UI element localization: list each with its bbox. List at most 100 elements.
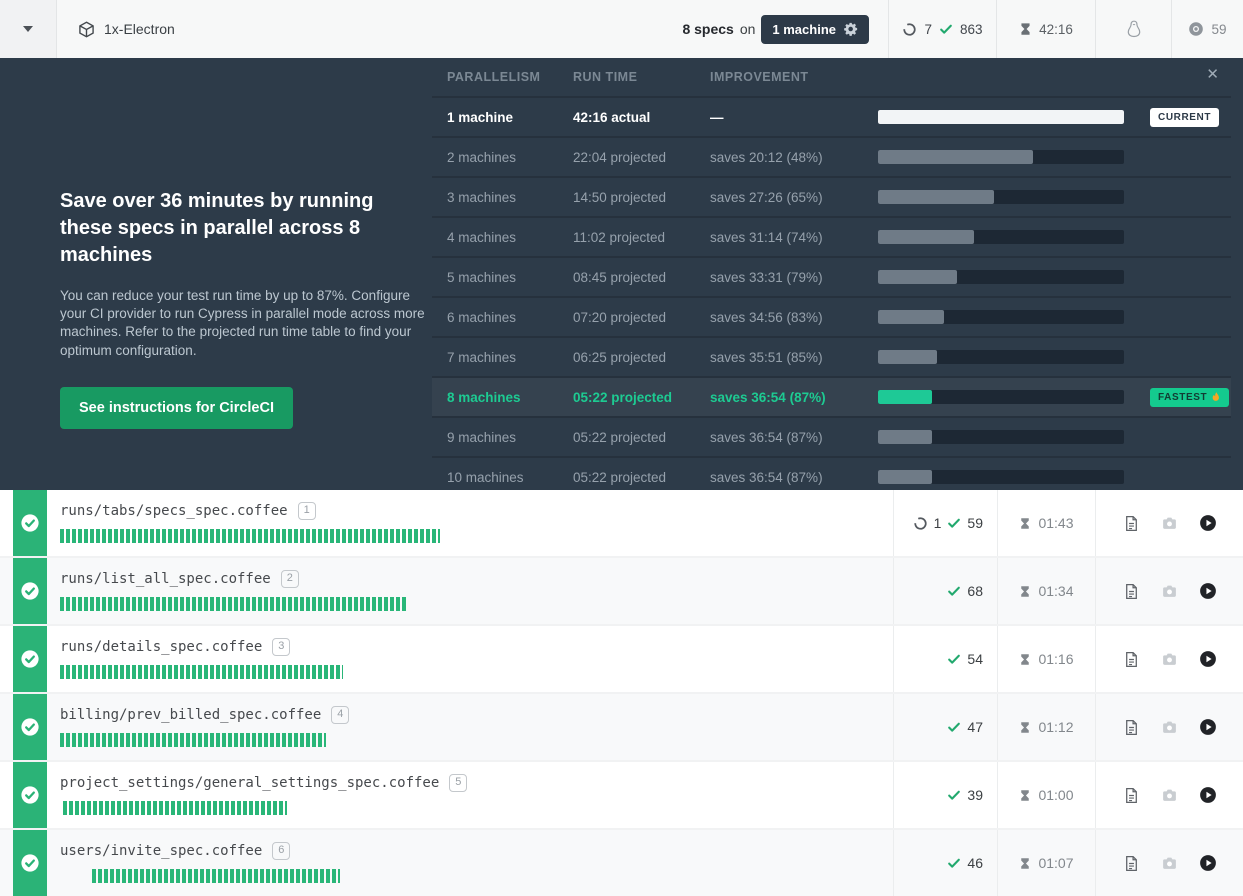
spec-timeline-bar xyxy=(60,528,440,543)
passed-count: 863 xyxy=(959,21,983,37)
machine-settings-button[interactable]: 1 machine xyxy=(761,14,869,44)
play-video-icon[interactable] xyxy=(1199,786,1217,804)
machines-row: 10 machines 05:22 projected saves 36:54 … xyxy=(432,456,1231,490)
passed-check-icon xyxy=(948,518,961,528)
test-stats: 7 863 xyxy=(888,0,996,58)
spec-status-strip xyxy=(13,830,47,896)
machines-row: 2 machines 22:04 projected saves 20:12 (… xyxy=(432,136,1231,176)
spec-row: runs/list_all_spec.coffee 2 68 01:34 xyxy=(0,558,1243,626)
run-header: 1x-Electron 8 specs on 1 machine 7 863 4… xyxy=(0,0,1243,58)
spec-filename: runs/list_all_spec.coffee xyxy=(60,570,271,587)
improvement: saves 35:51 (85%) xyxy=(710,349,823,365)
machines-count: 7 machines xyxy=(447,349,517,365)
spec-row: runs/details_spec.coffee 3 54 01:16 xyxy=(0,626,1243,694)
machines-table-header: PARALLELISM RUN TIME IMPROVEMENT xyxy=(432,58,1231,96)
machines-row: 4 machines 11:02 projected saves 31:14 (… xyxy=(432,216,1231,256)
run-time: 14:50 projected xyxy=(573,189,667,205)
spec-order-badge: 1 xyxy=(297,502,316,520)
machines-count: 3 machines xyxy=(447,189,517,205)
run-time: 11:02 projected xyxy=(573,229,666,245)
check-circle-icon xyxy=(20,853,40,873)
runtime-bar xyxy=(878,150,1124,164)
spec-stats: 39 xyxy=(893,762,997,828)
passed-count: 54 xyxy=(967,651,983,667)
runtime-bar xyxy=(878,190,1124,204)
machines-row: 7 machines 06:25 projected saves 35:51 (… xyxy=(432,336,1231,376)
screenshots-icon[interactable] xyxy=(1161,515,1178,532)
promo-heading: Save over 36 minutes by running these sp… xyxy=(60,190,374,266)
run-time: 06:25 projected xyxy=(573,349,667,365)
spec-duration: 01:43 xyxy=(997,490,1095,556)
col-parallelism: PARALLELISM xyxy=(447,70,541,84)
passed-count: 46 xyxy=(967,855,983,871)
play-video-icon[interactable] xyxy=(1199,718,1217,736)
close-icon[interactable]: ✕ xyxy=(1206,67,1219,82)
run-time: 05:22 projected xyxy=(573,429,667,445)
fastest-badge: FASTEST xyxy=(1150,387,1230,407)
machines-count: 9 machines xyxy=(447,429,517,445)
machines-count: 2 machines xyxy=(447,149,517,165)
spec-row: project_settings/general_settings_spec.c… xyxy=(0,762,1243,830)
check-circle-icon xyxy=(20,581,40,601)
pending-icon xyxy=(912,515,928,531)
passed-check-icon xyxy=(948,790,961,800)
check-circle-icon xyxy=(20,785,40,805)
pending-icon xyxy=(902,21,918,37)
machines-row: 5 machines 08:45 projected saves 33:31 (… xyxy=(432,256,1231,296)
play-video-icon[interactable] xyxy=(1199,854,1217,872)
pending-count: 1 xyxy=(933,515,942,531)
check-circle-icon xyxy=(20,513,40,533)
improvement: saves 27:26 (65%) xyxy=(710,189,823,205)
linux-icon xyxy=(1127,20,1140,38)
passed-check-icon xyxy=(948,654,961,664)
circleci-instructions-button[interactable]: See instructions for CircleCI xyxy=(60,386,293,429)
expand-run-button[interactable] xyxy=(0,0,57,58)
run-time: 05:22 projected xyxy=(573,389,673,405)
stdout-icon[interactable] xyxy=(1123,719,1140,736)
spec-duration: 01:07 xyxy=(997,830,1095,896)
spec-row: users/invite_spec.coffee 6 46 01:07 xyxy=(0,830,1243,896)
screenshots-icon[interactable] xyxy=(1161,719,1178,736)
spec-filename: project_settings/general_settings_spec.c… xyxy=(60,774,440,791)
hourglass-icon xyxy=(1021,517,1030,529)
screenshots-icon[interactable] xyxy=(1161,651,1178,668)
play-video-icon[interactable] xyxy=(1199,582,1217,600)
passed-count: 47 xyxy=(967,719,983,735)
col-improvement: IMPROVEMENT xyxy=(710,70,809,84)
screenshots-icon[interactable] xyxy=(1161,583,1178,600)
runtime-bar xyxy=(878,110,1124,124)
spec-stats: 68 xyxy=(893,558,997,624)
stdout-icon[interactable] xyxy=(1123,583,1140,600)
passed-count: 59 xyxy=(967,515,983,531)
spec-order-badge: 3 xyxy=(272,638,291,656)
passed-check-icon xyxy=(948,722,961,732)
machines-count: 8 machines xyxy=(447,389,521,405)
spec-duration: 01:16 xyxy=(997,626,1095,692)
run-title: 1x-Electron xyxy=(57,0,175,58)
screenshots-icon[interactable] xyxy=(1161,787,1178,804)
hourglass-icon xyxy=(1021,23,1030,35)
stdout-icon[interactable] xyxy=(1123,855,1140,872)
spec-actions xyxy=(1095,626,1243,692)
machines-count: 6 machines xyxy=(447,309,517,325)
play-video-icon[interactable] xyxy=(1199,650,1217,668)
passed-check-icon xyxy=(940,24,952,34)
stdout-icon[interactable] xyxy=(1123,651,1140,668)
runtime-bar xyxy=(878,390,1124,404)
spec-actions xyxy=(1095,558,1243,624)
machines-row: 3 machines 14:50 projected saves 27:26 (… xyxy=(432,176,1231,216)
flame-icon xyxy=(1212,391,1220,401)
machines-count: 1 machine xyxy=(447,109,514,125)
spec-order-badge: 2 xyxy=(280,570,299,588)
spec-filename: billing/prev_billed_spec.coffee xyxy=(60,706,322,723)
machines-row: 6 machines 07:20 projected saves 34:56 (… xyxy=(432,296,1231,336)
machines-row: 1 machine 42:16 actual — CURRENT xyxy=(432,96,1231,136)
stdout-icon[interactable] xyxy=(1123,787,1140,804)
play-video-icon[interactable] xyxy=(1199,514,1217,532)
spec-order-badge: 4 xyxy=(331,706,350,724)
stdout-icon[interactable] xyxy=(1123,515,1140,532)
screenshots-icon[interactable] xyxy=(1161,855,1178,872)
spec-timeline-bar xyxy=(60,732,326,747)
spec-row: runs/tabs/specs_spec.coffee 1 1 59 01:43 xyxy=(0,490,1243,558)
spec-stats: 54 xyxy=(893,626,997,692)
